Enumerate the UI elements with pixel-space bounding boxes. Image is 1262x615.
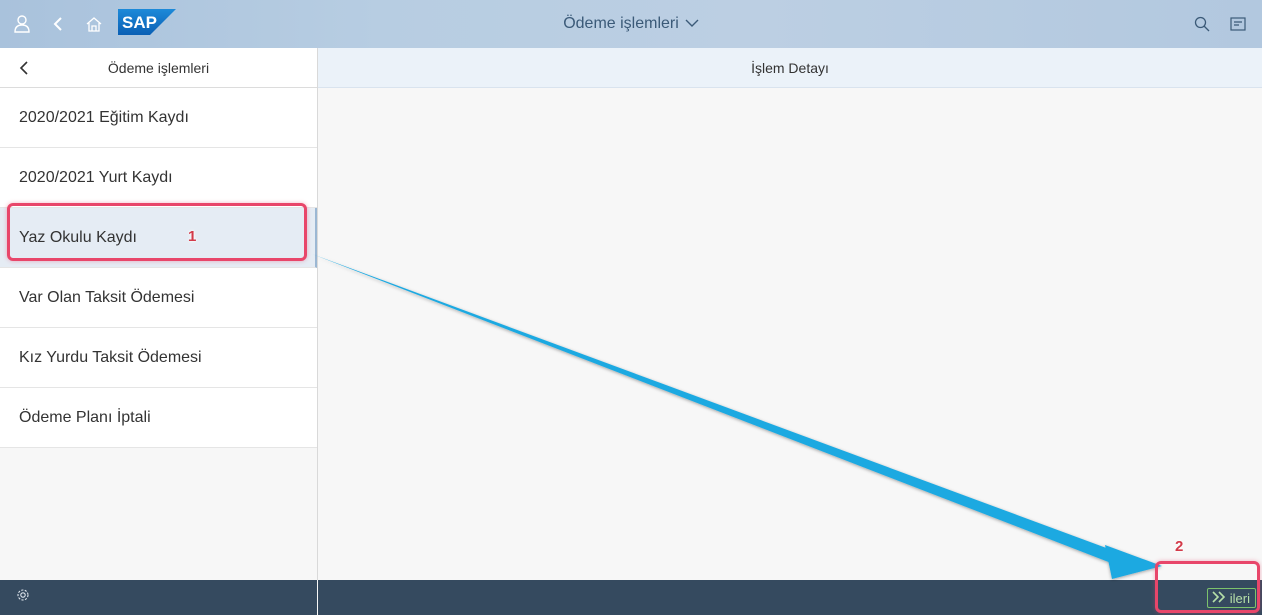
master-back-icon[interactable] [10,48,38,88]
home-icon[interactable] [76,0,112,48]
master-footer [0,580,317,615]
sap-logo[interactable]: SAP [118,8,176,40]
master-title: Ödeme işlemleri [107,59,210,76]
next-button-label: ileri [1229,590,1250,606]
gear-icon[interactable] [16,588,30,607]
app-title[interactable]: Ödeme işlemleri [563,15,679,33]
annotation-number-step2: 2 [1175,538,1184,555]
list-item-var-olan-taksit[interactable]: Var Olan Taksit Ödemesi [0,268,317,328]
list-item-egitim-kaydi[interactable]: 2020/2021 Eğitim Kaydı [0,88,317,148]
shell-bar: SAP Ödeme işlemleri [0,0,1262,48]
sap-logo-text: SAP [122,13,157,32]
master-list-panel: Ödeme işlemleri 2020/2021 Eğitim Kaydı 2… [0,48,318,580]
notifications-icon[interactable] [1220,0,1256,48]
list-item-odeme-plani-iptali[interactable]: Ödeme Planı İptali [0,388,317,448]
annotation-number-step1: 1 [188,228,197,245]
user-icon[interactable] [4,0,40,48]
back-icon[interactable] [40,0,76,48]
next-button[interactable]: ileri [1206,588,1256,608]
detail-title: İşlem Detayı [318,48,1262,88]
double-chevron-right-icon [1211,590,1227,606]
detail-panel: İşlem Detayı [318,48,1262,580]
chevron-down-icon[interactable] [685,15,699,33]
shell-left-group: SAP [4,0,176,48]
list-item-kiz-yurdu-taksit[interactable]: Kız Yurdu Taksit Ödemesi [0,328,317,388]
detail-footer: ileri [318,580,1262,615]
list-item-yaz-okulu-kaydi[interactable]: Yaz Okulu Kaydı [0,208,317,268]
master-header: Ödeme işlemleri [0,48,317,88]
list-item-yurt-kaydi[interactable]: 2020/2021 Yurt Kaydı [0,148,317,208]
shell-title-area: Ödeme işlemleri [0,0,1262,48]
search-icon[interactable] [1184,0,1220,48]
shell-right-group [1184,0,1256,48]
